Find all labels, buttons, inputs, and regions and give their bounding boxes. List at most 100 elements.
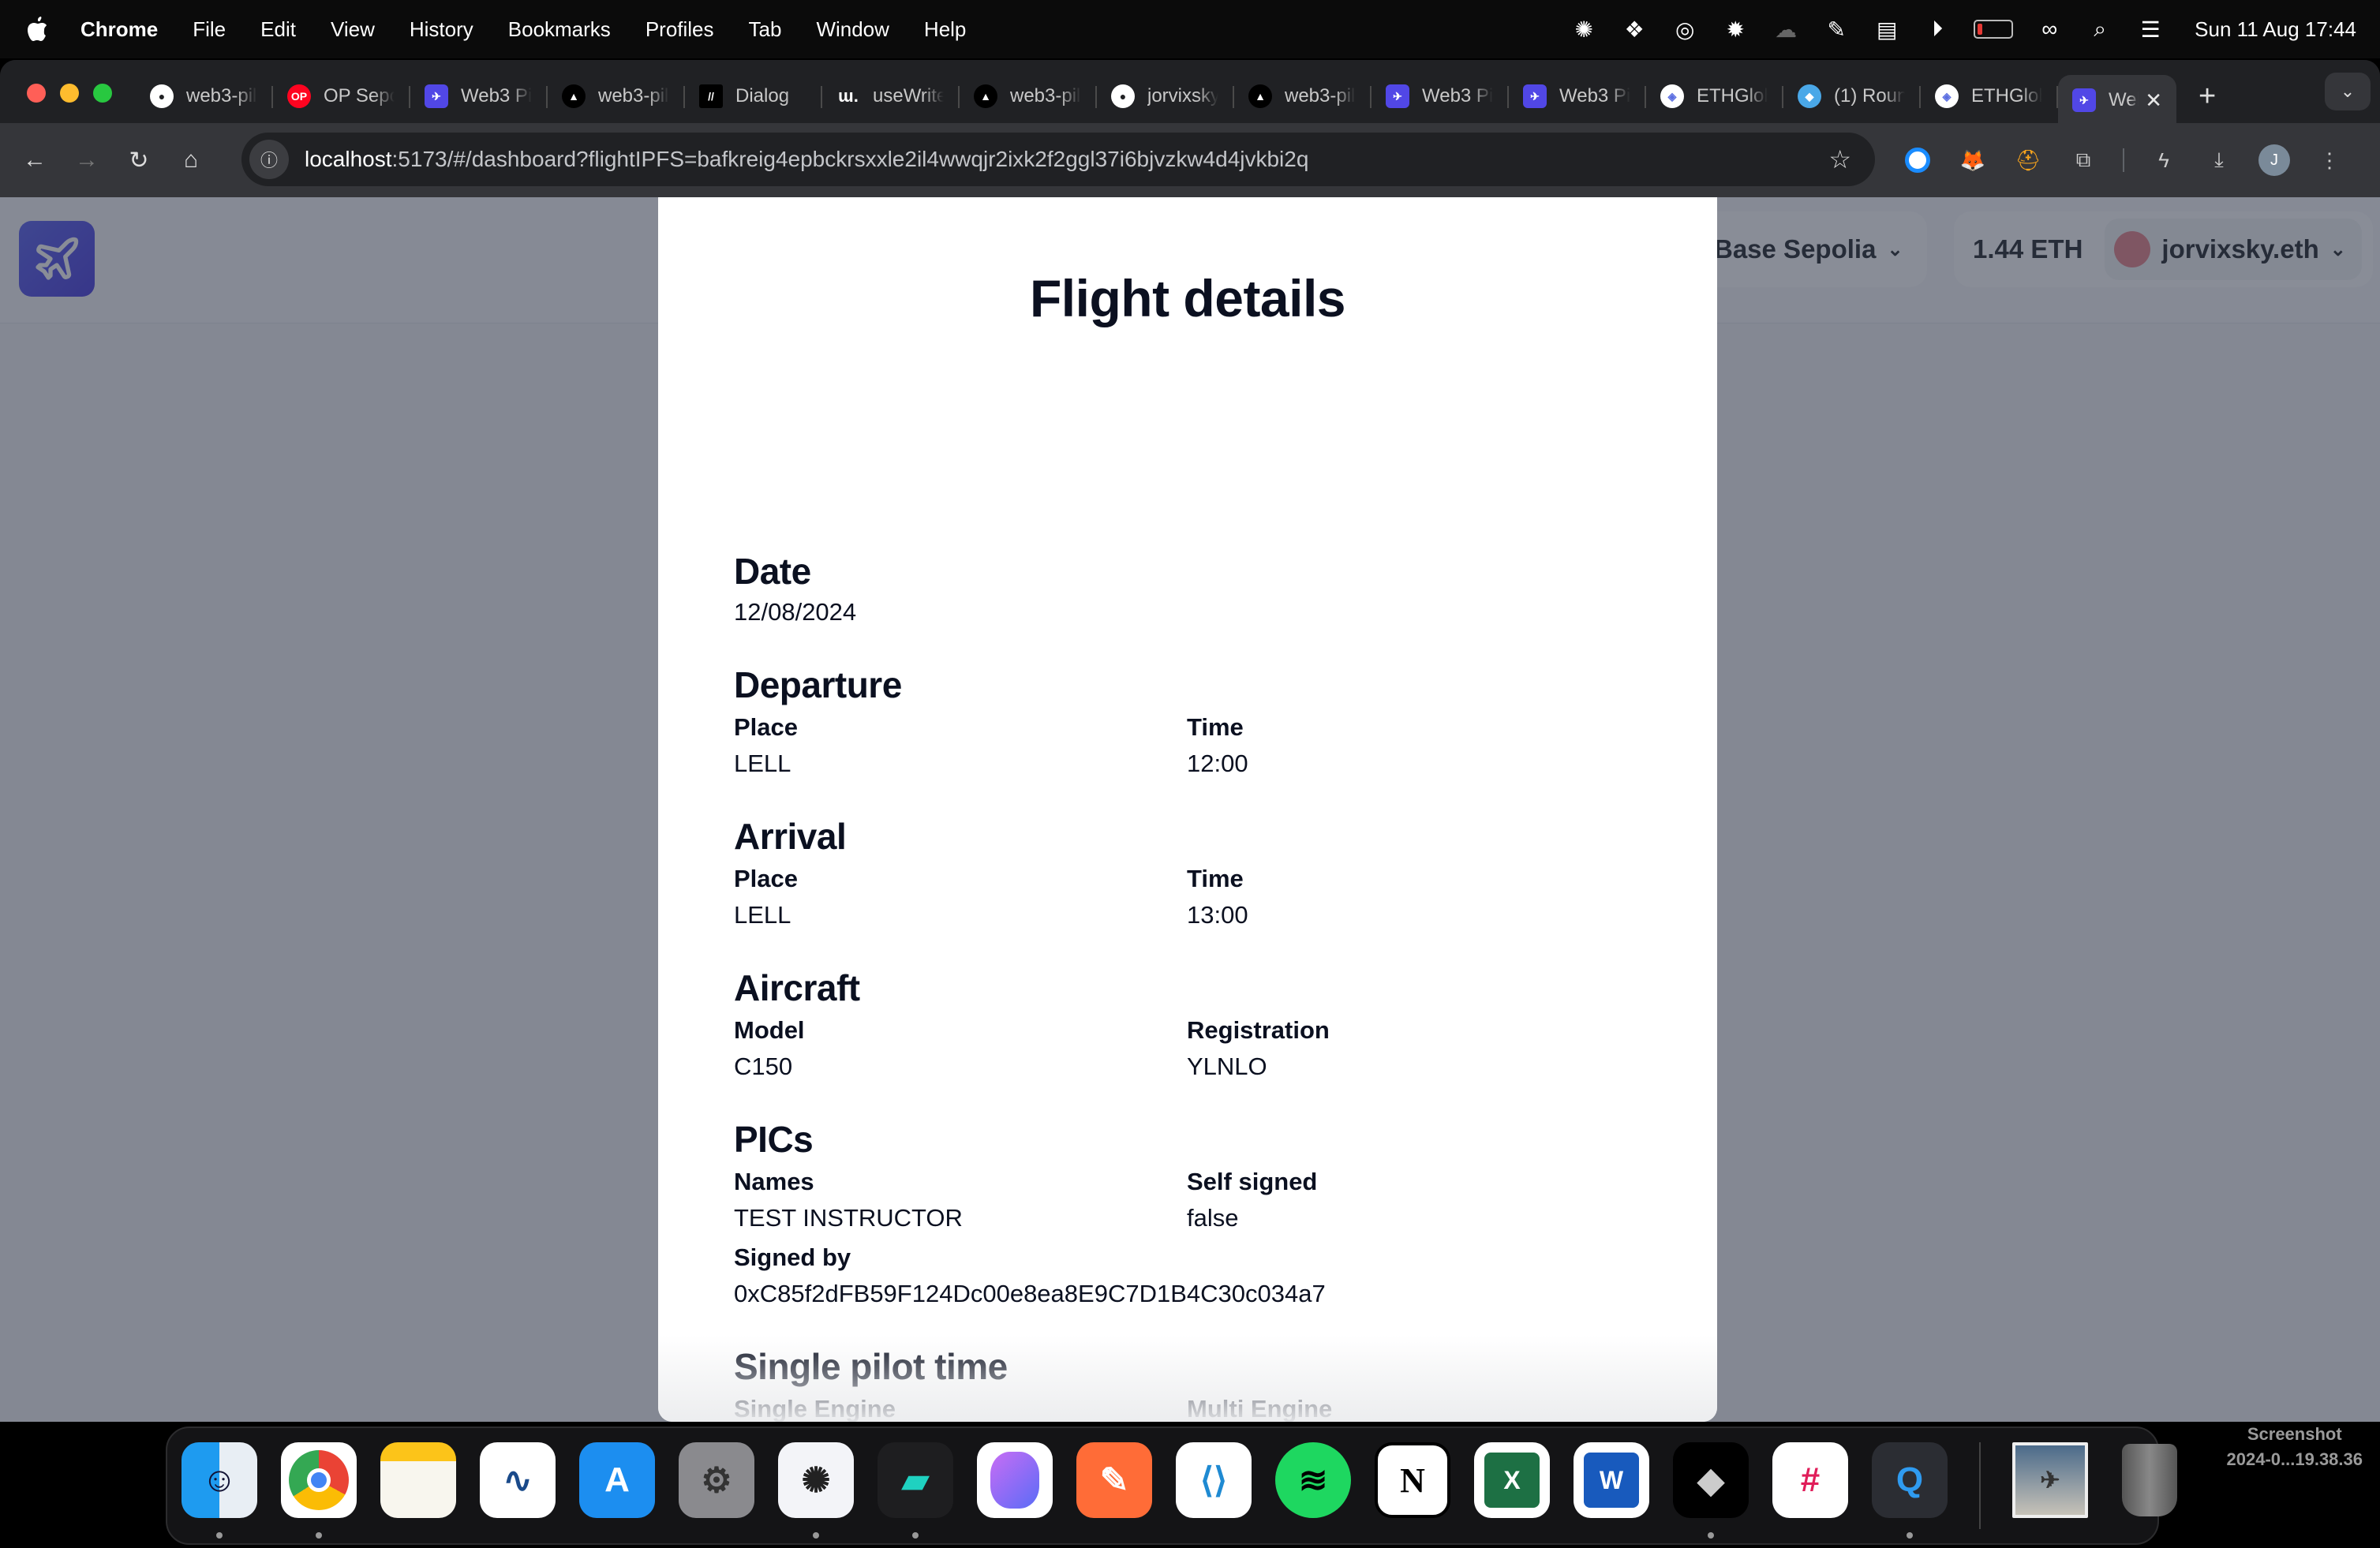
tab[interactable]: ɯ. useWrite: [822, 75, 960, 118]
dock-cursor[interactable]: ▰: [878, 1442, 953, 1539]
battery-icon[interactable]: [1974, 20, 2014, 39]
extensions-puzzle-icon[interactable]: ⧉: [2068, 144, 2099, 176]
play-icon[interactable]: ⏵: [1923, 15, 1952, 43]
tab[interactable]: ✈Web3 Pilot: [410, 75, 548, 118]
dock-screenshot-file[interactable]: ✈: [2012, 1442, 2088, 1518]
spotlight-search-icon[interactable]: ⌕: [2086, 15, 2114, 43]
dropbox-icon[interactable]: ❖: [1620, 15, 1648, 43]
dock-notes[interactable]: [380, 1442, 456, 1518]
url-text[interactable]: localhost:5173/#/dashboard?flightIPFS=ba…: [305, 147, 1308, 172]
field-label: Time: [1187, 713, 1244, 741]
menu-view[interactable]: View: [331, 17, 375, 42]
menu-file[interactable]: File: [193, 17, 226, 42]
tab[interactable]: //Dialog: [685, 75, 822, 118]
arrival-time: 13:00: [1187, 901, 1248, 929]
dock-slack[interactable]: #: [1772, 1442, 1848, 1518]
dock-spotify[interactable]: ≋: [1275, 1442, 1351, 1518]
tab[interactable]: ▲web3-pilot: [1234, 75, 1371, 118]
menu-edit[interactable]: Edit: [260, 17, 296, 42]
close-tab-icon[interactable]: ✕: [2145, 88, 2162, 113]
tab-search-button[interactable]: ⌄: [2325, 73, 2371, 110]
menu-bookmarks[interactable]: Bookmarks: [508, 17, 611, 42]
dock-arc[interactable]: [977, 1442, 1053, 1518]
forward-button[interactable]: →: [69, 143, 104, 178]
menu-window[interactable]: Window: [816, 17, 889, 42]
new-tab-button[interactable]: +: [2199, 80, 2216, 114]
link-icon[interactable]: ∞: [2035, 15, 2064, 43]
dock-word[interactable]: W: [1574, 1442, 1649, 1518]
dock-app-store[interactable]: A: [579, 1442, 655, 1518]
departure-place: LELL: [734, 750, 791, 777]
keyboard-viewer-icon[interactable]: ▤: [1873, 15, 1901, 43]
section-heading: Arrival: [734, 816, 847, 857]
dock-chrome[interactable]: [281, 1442, 357, 1539]
tab-active[interactable]: ✈Web3 Pilot✕: [2058, 75, 2176, 125]
back-button[interactable]: ←: [17, 143, 52, 178]
running-indicator: [1708, 1532, 1714, 1539]
dock-excel[interactable]: X: [1474, 1442, 1550, 1518]
dock-postman[interactable]: ✎: [1076, 1442, 1152, 1518]
tab[interactable]: ✈Web3 Pilot: [1371, 75, 1509, 118]
metamask-icon[interactable]: 🦊: [1957, 144, 1989, 176]
close-window-button[interactable]: [27, 84, 46, 103]
cloud-icon[interactable]: ☁: [1772, 15, 1800, 43]
github-favicon-icon: ●: [150, 84, 174, 108]
tab[interactable]: ◈ETHGlobal: [1921, 75, 2058, 118]
desktop-screenshot-label[interactable]: Screenshot 2024-0...19.38.36: [2227, 1422, 2363, 1472]
chatgpt-icon[interactable]: ✺: [1570, 15, 1598, 43]
home-button[interactable]: ⌂: [174, 143, 208, 178]
1password-icon[interactable]: [1902, 144, 1933, 176]
menu-clock[interactable]: Sun 11 Aug 17:44: [2195, 17, 2356, 42]
section-heading: Single pilot time: [734, 1346, 1008, 1387]
trash-icon: [2122, 1444, 2177, 1516]
dock-chatgpt[interactable]: ✺: [778, 1442, 854, 1539]
bookmark-star-icon[interactable]: ☆: [1828, 144, 1851, 174]
browser-toolbar: ← → ↻ ⌂ ⓘ localhost:5173/#/dashboard?fli…: [0, 123, 2380, 197]
menu-chrome[interactable]: Chrome: [80, 17, 158, 42]
dock-warp[interactable]: ◆: [1673, 1442, 1749, 1539]
tab[interactable]: ▲web3-pilot: [960, 75, 1097, 118]
section-heading: Date: [734, 551, 811, 592]
vpn-lock-icon[interactable]: ◎: [1671, 15, 1699, 43]
energy-saver-icon[interactable]: ϟ: [2148, 144, 2180, 176]
brightness-icon[interactable]: ✹: [1721, 15, 1749, 43]
site-info-icon[interactable]: ⓘ: [249, 140, 289, 179]
tab[interactable]: ●web3-pilot: [136, 75, 273, 118]
plane-favicon-icon: ✈: [1523, 84, 1547, 108]
minimize-window-button[interactable]: [60, 84, 79, 103]
dock-vscode[interactable]: ⟨⟩: [1176, 1442, 1252, 1518]
tab[interactable]: ◆(1) Round: [1783, 75, 1921, 118]
dock-finder[interactable]: ☺: [181, 1442, 257, 1539]
vercel-favicon-icon: ▲: [1248, 84, 1272, 108]
chrome-window: ●web3-pilot OPOP Sepolia ✈Web3 Pilot ▲we…: [0, 60, 2380, 1422]
section-heading: Aircraft: [734, 967, 860, 1008]
section-heading: Departure: [734, 664, 902, 705]
address-bar[interactable]: ⓘ localhost:5173/#/dashboard?flightIPFS=…: [241, 133, 1875, 186]
control-center-icon[interactable]: ☰: [2136, 15, 2165, 43]
reload-button[interactable]: ↻: [122, 143, 156, 178]
brave-wallet-icon[interactable]: ⛑: [2012, 144, 2044, 176]
tab[interactable]: ◈ETHGlobal: [1646, 75, 1783, 118]
tab[interactable]: ▲web3-pilot: [548, 75, 685, 118]
menu-history[interactable]: History: [410, 17, 473, 42]
profile-avatar[interactable]: J: [2258, 144, 2290, 176]
dock-freeform[interactable]: ∿: [480, 1442, 556, 1518]
dock-trash[interactable]: [2112, 1442, 2187, 1518]
aircraft-section: Aircraft Model C150 Registration YLNLO: [734, 966, 1641, 1086]
dock-notion[interactable]: N: [1375, 1442, 1450, 1518]
tab[interactable]: ✈Web3 Pilot: [1509, 75, 1646, 118]
dock-quicktime[interactable]: Q: [1872, 1442, 1948, 1539]
running-indicator: [1907, 1532, 1913, 1539]
marker-icon[interactable]: ✎: [1822, 15, 1850, 43]
zoom-window-button[interactable]: [93, 84, 112, 103]
apple-menu-icon[interactable]: [25, 15, 49, 43]
tab[interactable]: OPOP Sepolia: [273, 75, 410, 118]
dock-system-settings[interactable]: ⚙: [679, 1442, 754, 1518]
downloads-icon[interactable]: ⤓: [2203, 144, 2235, 176]
menu-profiles[interactable]: Profiles: [646, 17, 714, 42]
pic-self-signed: false: [1187, 1204, 1239, 1232]
chrome-menu-icon[interactable]: ⋮: [2314, 144, 2345, 176]
menu-help[interactable]: Help: [924, 17, 966, 42]
menu-tab[interactable]: Tab: [749, 17, 782, 42]
tab[interactable]: ● jorvixsky: [1097, 75, 1234, 118]
